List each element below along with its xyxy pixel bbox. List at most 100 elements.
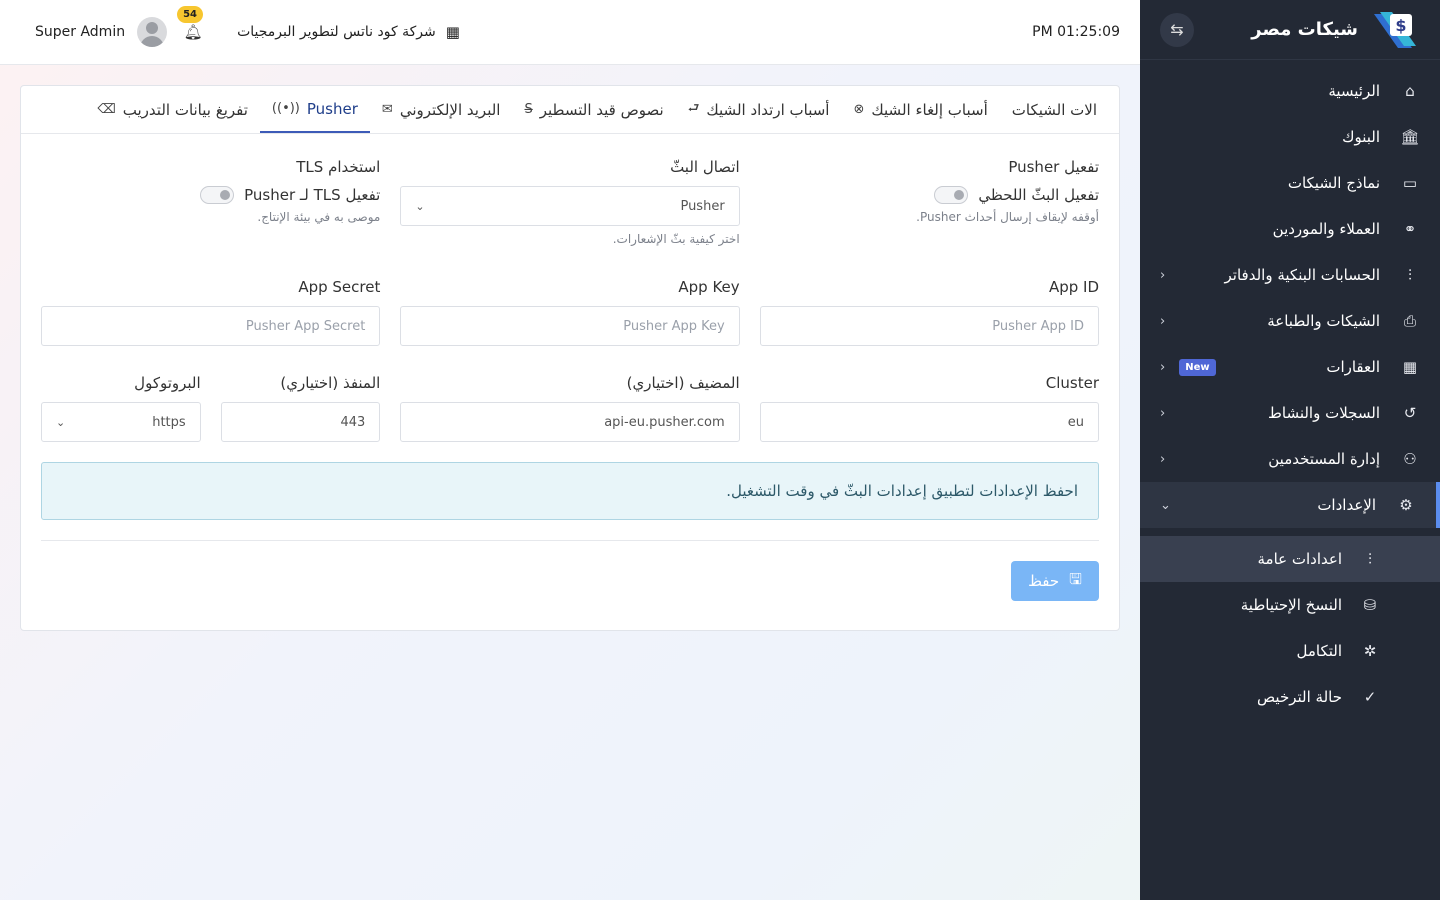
host-label: المضيف (اختياري) bbox=[626, 374, 740, 392]
tab-bounce-reasons[interactable]: أسباب ارتداد الشيك ⮐ bbox=[676, 86, 842, 133]
sidebar-item-label: البنوك bbox=[1342, 128, 1380, 146]
eraser-icon: ⌫ bbox=[97, 102, 116, 117]
gear-icon: ⚙ bbox=[1399, 496, 1413, 514]
company-name: شركة كود ناتس لتطوير البرمجيات bbox=[237, 24, 436, 40]
svg-text:$: $ bbox=[1395, 16, 1406, 35]
banknote-icon: ▭ bbox=[1402, 174, 1418, 192]
avatar[interactable] bbox=[137, 17, 168, 47]
port-label: المنفذ (اختياري) bbox=[280, 374, 381, 392]
protocol-value: https bbox=[152, 414, 186, 430]
divider bbox=[41, 540, 1099, 541]
tab-label: الات الشيكات bbox=[1011, 100, 1097, 119]
pusher-form: تفعيل Pusher تفعيل البثّ اللحظي أوقفه لإ… bbox=[21, 158, 1119, 601]
submenu-item-label: النسخ الإحتياطية bbox=[1240, 596, 1342, 614]
sidebar-item-real-estate[interactable]: ▦ العقارات New ‹ bbox=[1140, 344, 1440, 390]
sidebar-item-check-templates[interactable]: ▭ نماذج الشيكات bbox=[1140, 160, 1440, 206]
sidebar-toggle-button[interactable]: ⇆ bbox=[1160, 12, 1194, 47]
sliders-icon: ⫶ bbox=[1408, 266, 1412, 284]
building-icon: ▦ bbox=[1402, 358, 1418, 376]
printer-icon: ⎙ bbox=[1404, 312, 1417, 330]
tab-pusher[interactable]: Pusher ((•)) bbox=[259, 86, 370, 133]
check-circle-icon: ✓ bbox=[1363, 688, 1377, 706]
user-area: Super Admin 🔔︎ 54 bbox=[20, 6, 207, 47]
sidebar-item-settings[interactable]: ⚙ الإعدادات ⌄ bbox=[1140, 482, 1440, 528]
chevron-left-icon: ‹ bbox=[1160, 313, 1166, 329]
sidebar-item-clients[interactable]: ⚭ العملاء والموردين bbox=[1140, 206, 1440, 252]
adjustments-icon: ⫶ bbox=[1368, 550, 1372, 568]
sidebar-item-logs[interactable]: ↺ السجلات والنشاط ‹ bbox=[1140, 390, 1440, 436]
sidebar-item-home[interactable]: ⌂ الرئيسية bbox=[1140, 68, 1440, 114]
submenu-item-general[interactable]: ⫶ اعدادات عامة bbox=[1140, 536, 1440, 582]
tls-hint: موصى به في بيئة الإنتاج. bbox=[257, 210, 381, 224]
submenu-item-label: حالة الترخيص bbox=[1257, 688, 1342, 706]
chevron-left-icon: ‹ bbox=[1160, 405, 1166, 421]
app-id-input[interactable]: Pusher App ID bbox=[759, 306, 1099, 346]
sidebar-item-users[interactable]: ⚇ إدارة المستخدمين ‹ bbox=[1140, 436, 1440, 482]
sidebar-item-banks[interactable]: 🏛 البنوك bbox=[1140, 114, 1440, 160]
tab-check-machines[interactable]: الات الشيكات bbox=[1000, 86, 1109, 133]
handshake-icon: ⚭ bbox=[1403, 220, 1417, 238]
tab-label: نصوص قيد التسطير bbox=[539, 100, 664, 119]
settings-tabs: الات الشيكات أسباب إلغاء الشيك ⊗ أسباب ا… bbox=[21, 86, 1119, 134]
pusher-enable-hint: أوقفه لإيقاف إرسال أحداث Pusher. bbox=[916, 210, 1099, 224]
new-badge: New bbox=[1179, 358, 1216, 376]
info-alert: احفظ الإعدادات لتطبيق إعدادات البثّ في و… bbox=[41, 462, 1099, 520]
app-key-label: App Key bbox=[678, 278, 740, 296]
sidebar-item-checks-printing[interactable]: ⎙ الشيكات والطباعة ‹ bbox=[1140, 298, 1440, 344]
host-input[interactable]: api-eu.pusher.com bbox=[400, 402, 740, 442]
settings-submenu: ⫶ اعدادات عامة ⛁ النسخ الإحتياطية ✲ التك… bbox=[1140, 536, 1440, 720]
mail-icon: ✉ bbox=[381, 102, 393, 117]
tab-crossing-texts[interactable]: نصوص قيد التسطير S̶ bbox=[512, 86, 675, 133]
database-icon: ⛁ bbox=[1363, 596, 1377, 614]
submenu-item-backups[interactable]: ⛁ النسخ الإحتياطية bbox=[1140, 582, 1440, 628]
app-secret-input[interactable]: Pusher App Secret bbox=[41, 306, 381, 346]
notifications-button[interactable]: 🔔︎ 54 bbox=[177, 6, 207, 46]
sidebar-item-accounts[interactable]: ⫶ الحسابات البنكية والدفاتر ‹ bbox=[1140, 252, 1440, 298]
sidebar-item-label: الإعدادات bbox=[1317, 496, 1376, 514]
building-icon: ▦ bbox=[445, 23, 460, 41]
brand-title: شيكات مصر bbox=[1251, 19, 1358, 40]
tab-email[interactable]: البريد الإلكتروني ✉ bbox=[370, 86, 513, 133]
save-button[interactable]: 🖫 حفظ bbox=[1011, 561, 1099, 601]
tab-label: أسباب إلغاء الشيك bbox=[871, 100, 988, 119]
cluster-input[interactable]: eu bbox=[759, 402, 1099, 442]
port-input[interactable]: 443 bbox=[220, 402, 381, 442]
pusher-enable-group: تفعيل Pusher تفعيل البثّ اللحظي أوقفه لإ… bbox=[760, 158, 1099, 246]
home-icon: ⌂ bbox=[1405, 82, 1415, 100]
topbar: Super Admin 🔔︎ 54 شركة كود ناتس لتطوير ا… bbox=[0, 0, 1140, 65]
tab-cancel-reasons[interactable]: أسباب إلغاء الشيك ⊗ bbox=[841, 86, 999, 133]
return-arrow-icon: ⮐ bbox=[687, 100, 700, 116]
bank-icon: 🏛 bbox=[1400, 128, 1420, 146]
strikethrough-icon: S̶ bbox=[524, 102, 533, 117]
company-selector[interactable]: شركة كود ناتس لتطوير البرمجيات ▦ bbox=[237, 23, 460, 41]
protocol-select[interactable]: https ⌄ bbox=[41, 402, 201, 442]
realtime-toggle-label: تفعيل البثّ اللحظي bbox=[978, 186, 1099, 204]
notification-count-badge: 54 bbox=[177, 6, 204, 23]
clock: PM 01:25:09 bbox=[1032, 24, 1120, 40]
sidebar-item-label: نماذج الشيكات bbox=[1287, 174, 1380, 192]
chevron-down-icon: ⌄ bbox=[1160, 497, 1171, 513]
app-key-input[interactable]: Pusher App Key bbox=[400, 306, 740, 346]
tab-label: البريد الإلكتروني bbox=[399, 100, 501, 119]
brand-logo: $ bbox=[1368, 8, 1420, 52]
sidebar-item-label: العقارات bbox=[1326, 358, 1380, 376]
user-name[interactable]: Super Admin bbox=[35, 24, 125, 40]
submenu-item-integration[interactable]: ✲ التكامل bbox=[1140, 628, 1440, 674]
submenu-item-license[interactable]: ✓ حالة الترخيص bbox=[1140, 674, 1440, 720]
realtime-toggle[interactable] bbox=[934, 186, 969, 204]
sidebar-item-label: الحسابات البنكية والدفاتر bbox=[1224, 266, 1380, 284]
sidebar-header: $ شيكات مصر ⇆ bbox=[1140, 0, 1440, 60]
swap-arrows-icon: ⇆ bbox=[1170, 20, 1184, 39]
submenu-item-label: اعدادات عامة bbox=[1257, 550, 1343, 568]
sidebar-item-label: الرئيسية bbox=[1328, 82, 1380, 100]
history-icon: ↺ bbox=[1403, 404, 1417, 422]
broadcast-select[interactable]: Pusher ⌄ bbox=[400, 186, 740, 226]
bell-icon: 🔔︎ bbox=[183, 23, 203, 41]
tab-clear-training-data[interactable]: تفريغ بيانات التدريب ⌫ bbox=[85, 86, 260, 133]
tls-toggle[interactable] bbox=[200, 186, 235, 204]
chevron-left-icon: ‹ bbox=[1160, 359, 1166, 375]
sidebar-item-label: العملاء والموردين bbox=[1272, 220, 1380, 238]
broadcast-label: اتصال البثّ bbox=[670, 158, 740, 176]
chevron-left-icon: ‹ bbox=[1160, 267, 1166, 283]
broadcast-icon: ((•)) bbox=[271, 101, 300, 116]
